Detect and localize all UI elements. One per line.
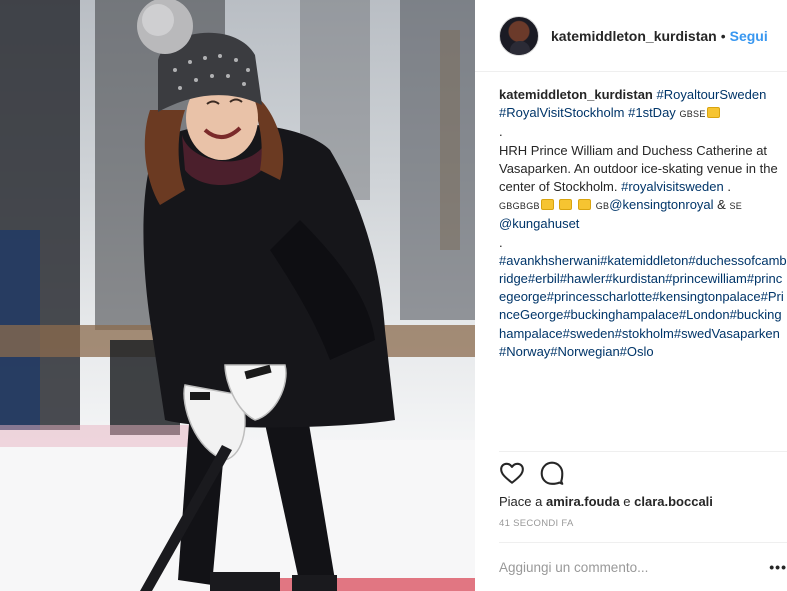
- crown-icon: [540, 199, 554, 211]
- hashtag-royaltoursweden[interactable]: #RoyaltourSweden: [657, 87, 767, 102]
- hashtag-1stday[interactable]: #1stDay: [628, 105, 676, 120]
- comment-input[interactable]: [499, 559, 763, 575]
- caption-username[interactable]: katemiddleton_kurdistan: [499, 87, 653, 102]
- liker-clara[interactable]: clara.boccali: [634, 494, 713, 509]
- flag-emoji-gbgbgb: GBGBGB: [499, 201, 540, 212]
- post-side-panel: katemiddleton_kurdistan • Segui katemidd…: [475, 0, 787, 591]
- likes-prefix: Piace a: [499, 494, 546, 509]
- caption-ampersand: &: [713, 197, 730, 213]
- flag-emoji-se: SE: [729, 201, 743, 212]
- crown-icon: [559, 199, 573, 211]
- crown-icon: [578, 199, 592, 211]
- post-header: katemiddleton_kurdistan • Segui: [475, 0, 787, 72]
- flag-emoji-gbse: GBSE: [679, 109, 706, 120]
- post-actions: Piace a amira.fouda e clara.boccali 41 s…: [499, 451, 787, 541]
- flag-emoji-gb: GB: [595, 201, 610, 212]
- liker-amira[interactable]: amira.fouda: [546, 494, 620, 509]
- header-username[interactable]: katemiddleton_kurdistan: [551, 28, 717, 44]
- comment-box: •••: [499, 542, 787, 591]
- photo-illustration: [0, 0, 475, 591]
- mention-kungahuset[interactable]: @kungahuset: [499, 216, 579, 231]
- caption-dot-1: .: [499, 124, 503, 140]
- action-icons: [499, 460, 565, 488]
- heart-outline-icon[interactable]: [499, 460, 525, 486]
- speech-bubble-icon[interactable]: [539, 460, 565, 486]
- post-photo[interactable]: [0, 0, 475, 591]
- post-timestamp[interactable]: 41 secondi fa: [499, 518, 574, 529]
- follow-button[interactable]: Segui: [730, 28, 768, 44]
- bg-person-right: [400, 0, 475, 320]
- header-separator: •: [720, 27, 726, 44]
- caption-dot-2: .: [499, 234, 503, 250]
- crown-icon: [706, 107, 720, 119]
- post-caption: katemiddleton_kurdistan #RoyaltourSweden…: [499, 86, 787, 436]
- hashtag-royalvisitsweden[interactable]: #royalvisitsweden: [621, 179, 724, 194]
- avatar[interactable]: [499, 15, 539, 56]
- likes-conjunction: e: [619, 494, 635, 509]
- caption-after-tag: .: [723, 179, 731, 195]
- snow-ground: [0, 440, 475, 591]
- more-options-button[interactable]: •••: [763, 559, 787, 575]
- likes-summary: Piace a amira.fouda e clara.boccali: [499, 494, 713, 509]
- hashtag-list[interactable]: #avankhsherwani#katemiddleton#duchessofc…: [499, 252, 787, 361]
- hashtag-royalvisitstockholm[interactable]: #RoyalVisitStockholm: [499, 105, 624, 120]
- mention-kensingtonroyal[interactable]: @kensingtonroyal: [609, 197, 713, 212]
